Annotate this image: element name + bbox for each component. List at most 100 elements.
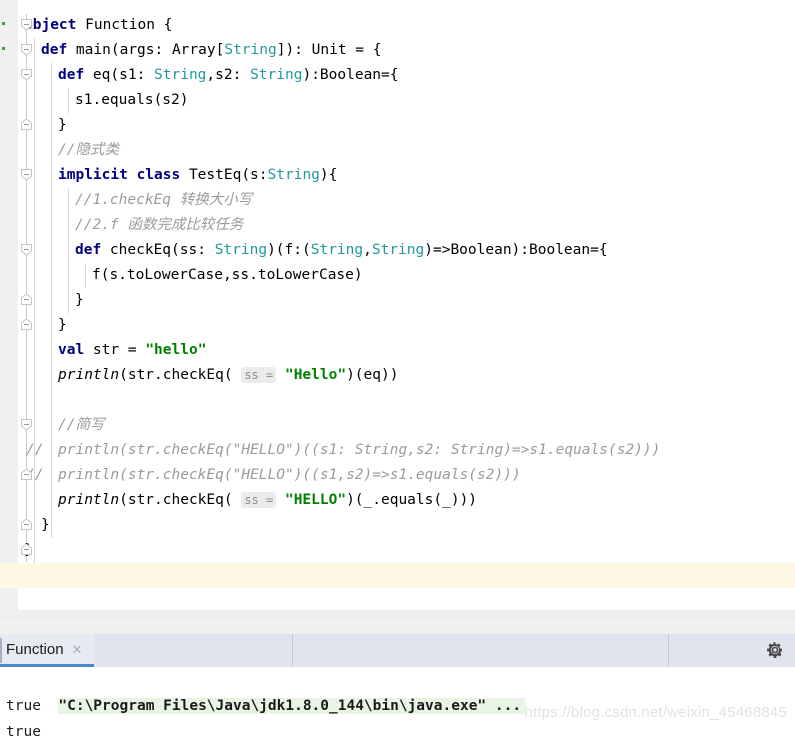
code-token: Function {: [85, 17, 173, 33]
code-line-text: implicit class TestEq(s:String){: [58, 163, 337, 188]
code-token: )(eq)): [346, 367, 399, 383]
indent-guide: [68, 188, 69, 313]
fold-expanded-icon[interactable]: [20, 18, 33, 31]
code-line-text: s1.equals(s2): [75, 88, 189, 113]
fold-end-icon[interactable]: [20, 518, 33, 531]
code-token: implicit class: [58, 167, 189, 183]
code-token: println: [58, 492, 120, 508]
code-token: )(f:(: [267, 242, 311, 258]
console-command-line: "C:\Program Files\Java\jdk1.8.0_144\bin\…: [6, 667, 526, 714]
panel-top-gap: [0, 620, 795, 634]
code-line-text: println(str.checkEq("HELLO")((s1,s2)=>s1…: [58, 463, 521, 488]
code-token: "Hello": [284, 367, 347, 383]
code-token: //2.f 函数完成比较任务: [75, 217, 244, 233]
tab-separator: [668, 634, 669, 667]
run-tab-bar[interactable]: Function ✕: [0, 634, 795, 668]
code-token: }: [41, 517, 50, 533]
code-token: def: [75, 242, 110, 258]
watermark: https://blog.csdn.net/weixin_45468845: [524, 704, 787, 721]
code-token: ,: [363, 242, 372, 258]
indent-guide: [34, 38, 35, 563]
tab-left-accent: [0, 638, 2, 663]
code-token: println: [58, 367, 120, 383]
code-token: println(str.checkEq("HELLO")((s1,s2)=>s1…: [58, 467, 521, 483]
code-token: ):Boolean={: [302, 67, 399, 83]
tab-function[interactable]: Function ✕: [0, 634, 95, 667]
code-token: }: [58, 117, 67, 133]
fold-expanded-icon[interactable]: [20, 43, 33, 56]
code-token: String: [267, 167, 320, 183]
code-token: main(args:: [75, 42, 172, 58]
code-line-text: object Function {: [24, 13, 172, 38]
fold-end-icon[interactable]: [20, 293, 33, 306]
indent-guide: [68, 88, 69, 113]
code-token: String: [224, 42, 277, 58]
code-line-text: println(str.checkEq( ss = "Hello")(eq)): [58, 363, 398, 388]
console-output-line: true: [6, 698, 41, 714]
run-tool-window[interactable]: Function ✕ "C:\Program Files\Java\jdk1.8…: [0, 620, 795, 743]
fold-expanded-icon[interactable]: [20, 68, 33, 81]
code-token: checkEq(ss:: [109, 242, 215, 258]
vcs-change-mark: [2, 47, 5, 50]
gear-icon[interactable]: [765, 640, 785, 660]
code-token: String: [214, 242, 268, 258]
code-token: (str.checkEq(: [119, 492, 242, 508]
code-line-text: //简写: [58, 413, 104, 438]
code-token: }: [58, 317, 67, 333]
code-token: val: [58, 342, 93, 358]
code-token: //1.checkEq 转换大小写: [75, 192, 253, 208]
code-line-text: def checkEq(ss: String)(f:(String,String…: [75, 238, 608, 263]
code-token: "hello": [145, 342, 207, 358]
code-token: String: [310, 242, 364, 258]
code-line-text: }: [75, 288, 84, 313]
console-output-line: true: [6, 724, 41, 740]
code-token: //隐式类: [58, 142, 119, 158]
code-lines-container[interactable]: object Function {def main(args: Array[St…: [0, 0, 795, 610]
indent-guide: [51, 63, 52, 538]
vcs-change-mark: [2, 22, 5, 25]
code-line-text: def main(args: Array[String]): Unit = {: [41, 38, 382, 63]
code-line-text: println(str.checkEq("HELLO")((s1: String…: [58, 438, 660, 463]
code-token: def: [41, 42, 76, 58]
fold-expanded-icon[interactable]: [20, 418, 33, 431]
code-token: //简写: [58, 417, 105, 433]
close-icon[interactable]: ✕: [72, 643, 83, 656]
code-line-text: //1.checkEq 转换大小写: [75, 188, 252, 213]
fold-end-icon[interactable]: [20, 118, 33, 131]
code-editor[interactable]: object Function {def main(args: Array[St…: [0, 0, 795, 620]
code-token: TestEq(s:: [188, 167, 268, 183]
code-line-text: println(str.checkEq( ss = "HELLO")(_.equ…: [58, 488, 477, 513]
fold-end-icon[interactable]: [20, 543, 33, 556]
code-token: s1.equals(s2): [75, 92, 189, 108]
code-token: }: [75, 292, 84, 308]
tab-label: Function: [6, 640, 64, 658]
code-token: "HELLO": [284, 492, 347, 508]
code-line-text: //隐式类: [58, 138, 119, 163]
code-line-text: //2.f 函数完成比较任务: [75, 213, 243, 238]
code-token: Array: [171, 42, 216, 58]
editor-bottom-separator: [0, 610, 795, 620]
code-token: def: [58, 67, 93, 83]
indent-guide: [85, 263, 86, 288]
console-command-text: "C:\Program Files\Java\jdk1.8.0_144\bin\…: [58, 698, 526, 714]
code-token: )=>Boolean):Boolean={: [424, 242, 608, 258]
fold-end-icon[interactable]: [20, 318, 33, 331]
code-token: eq(s1:: [92, 67, 155, 83]
code-token: f(s.toLowerCase,ss.toLowerCase): [92, 267, 363, 283]
code-token: str =: [92, 342, 146, 358]
code-line-text: val str = "hello": [58, 338, 206, 363]
code-line-text: }: [58, 313, 67, 338]
code-token: String: [371, 242, 425, 258]
code-token: String: [154, 67, 207, 83]
tab-separator: [292, 634, 293, 667]
code-token: (str.checkEq(: [119, 367, 242, 383]
fold-expanded-icon[interactable]: [20, 168, 33, 181]
code-line-text: def eq(s1: String,s2: String):Boolean={: [58, 63, 399, 88]
fold-end-icon[interactable]: [20, 468, 33, 481]
code-token: ss =: [241, 492, 277, 508]
fold-expanded-icon[interactable]: [20, 243, 33, 256]
code-token: ss =: [241, 367, 277, 383]
code-token: ,s2:: [206, 67, 251, 83]
